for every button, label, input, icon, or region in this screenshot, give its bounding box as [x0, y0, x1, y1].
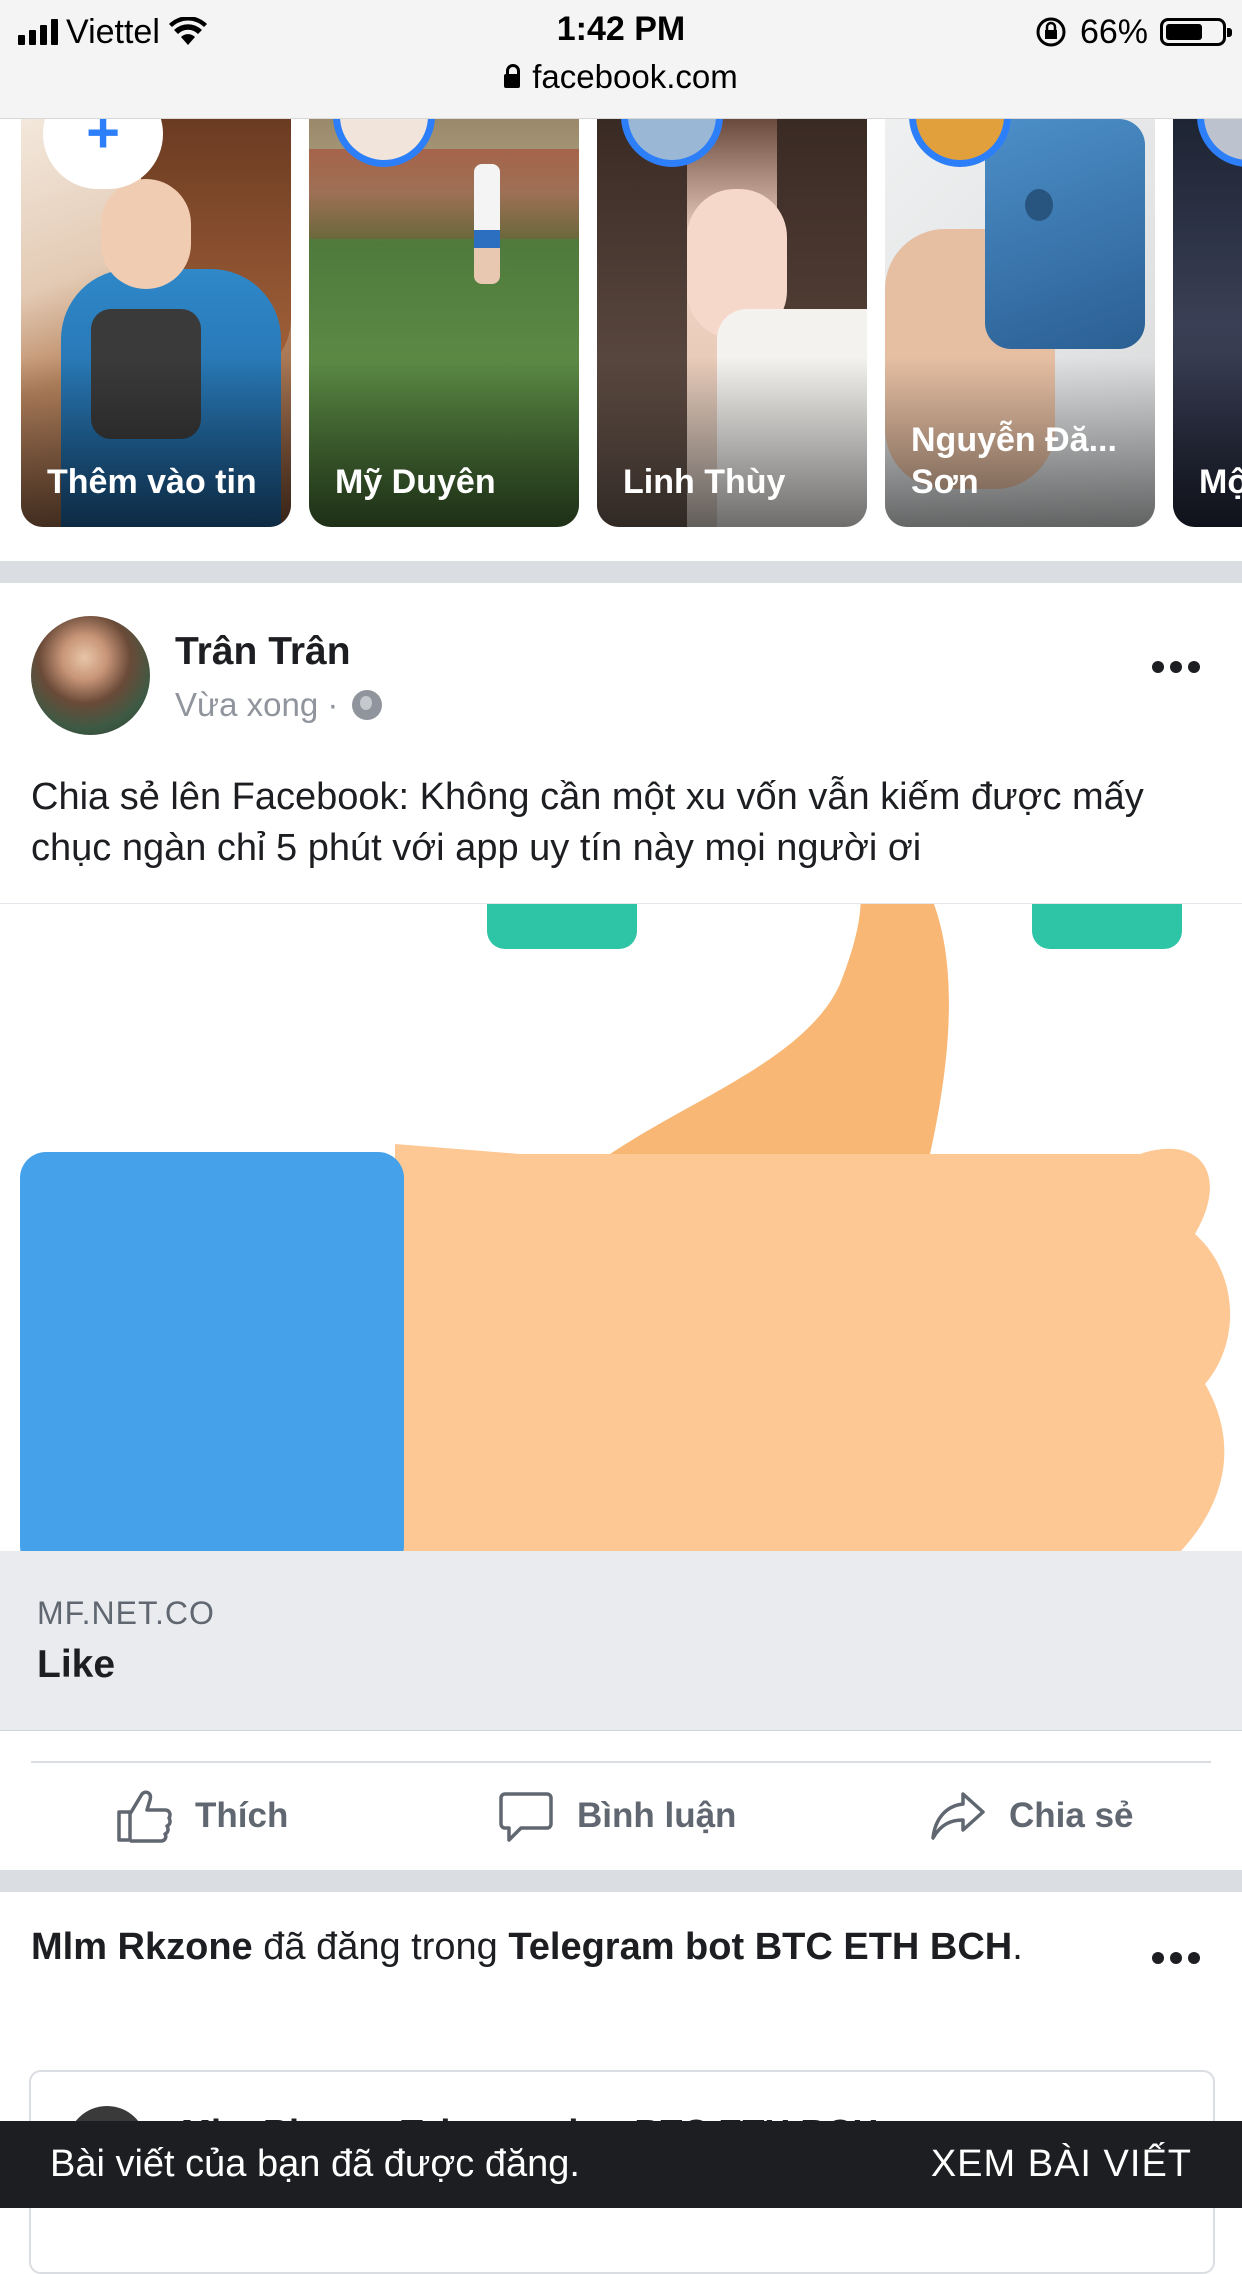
- link-title: Like: [37, 1643, 116, 1686]
- view-post-button[interactable]: XEM BÀI VIẾT: [931, 2143, 1192, 2186]
- post-timestamp[interactable]: Vừa xong ·: [175, 686, 383, 724]
- post-link-image[interactable]: [0, 903, 1242, 1552]
- comment-button[interactable]: Bình luận: [497, 1764, 736, 1868]
- plus-icon: +: [86, 119, 120, 165]
- stories-tray[interactable]: + Thêm vào tin Mỹ Duyên Linh Thùy Nguyễn…: [0, 119, 1242, 560]
- like-icon: [117, 1790, 172, 1843]
- post-text: Chia sẻ lên Facebook: Không cần một xu v…: [31, 776, 1144, 869]
- link-domain: MF.NET.CO: [37, 1595, 215, 1631]
- globe-icon: [352, 690, 383, 720]
- link-preview[interactable]: MF.NET.CO Like: [0, 1551, 1242, 1731]
- actions-divider: [31, 1761, 1211, 1763]
- share-button[interactable]: Chia sẻ: [929, 1764, 1134, 1868]
- story-add[interactable]: + Thêm vào tin: [21, 119, 291, 527]
- post-time-text: Vừa xong ·: [175, 686, 339, 723]
- post2-end: .: [1012, 1926, 1023, 1968]
- post2-connector: đã đăng trong: [252, 1926, 509, 1968]
- feed-divider: [0, 1870, 1242, 1892]
- lock-icon: [504, 64, 521, 88]
- status-right: 66%: [1034, 12, 1232, 52]
- battery-percent: 66%: [1079, 12, 1148, 51]
- post-author[interactable]: Trân Trân: [175, 630, 351, 674]
- story-label: Linh Thùy: [623, 463, 786, 501]
- story-item[interactable]: Nguyễn Đă... Sơn: [885, 119, 1155, 527]
- share-icon: [931, 1792, 985, 1840]
- like-label: Thích: [195, 1796, 289, 1835]
- comment-icon: [499, 1792, 553, 1842]
- story-label: Mộ Th: [1199, 463, 1242, 501]
- comment-label: Bình luận: [577, 1796, 737, 1835]
- post2-group[interactable]: Telegram bot BTC ETH BCH: [508, 1926, 1012, 1968]
- posted-toast: Bài viết của bạn đã được đăng. XEM BÀI V…: [0, 2121, 1242, 2208]
- author-avatar[interactable]: [31, 616, 150, 735]
- story-item[interactable]: Linh Thùy: [597, 119, 867, 527]
- share-label: Chia sẻ: [1009, 1796, 1134, 1835]
- story-label: Nguyễn Đă... Sơn: [911, 421, 1117, 501]
- post-options-icon[interactable]: [1152, 657, 1204, 677]
- story-item[interactable]: Mộ Th: [1173, 119, 1242, 527]
- rotation-lock-icon: [1036, 17, 1066, 47]
- like-button[interactable]: Thích: [115, 1764, 288, 1868]
- feed-divider: [0, 561, 1242, 583]
- status-bar: Viettel 1:42 PM 66% facebook.com: [0, 0, 1242, 119]
- post2-author[interactable]: Mlm Rkzone: [31, 1926, 253, 1968]
- battery-icon: [1160, 18, 1232, 46]
- thumbs-up-illustration: [20, 904, 1231, 1552]
- address-bar[interactable]: facebook.com: [0, 58, 1242, 96]
- toast-message: Bài viết của bạn đã được đăng.: [50, 2143, 580, 2185]
- story-label: Mỹ Duyên: [335, 463, 496, 501]
- post2-options-icon[interactable]: [1152, 1948, 1204, 1968]
- story-item[interactable]: Mỹ Duyên: [309, 119, 579, 527]
- post2-header: Mlm Rkzone đã đăng trong Telegram bot BT…: [31, 1922, 1111, 1973]
- post-actions: Thích Bình luận Chia sẻ: [0, 1764, 1242, 1868]
- url-text: facebook.com: [532, 58, 738, 95]
- story-label: Thêm vào tin: [47, 463, 257, 501]
